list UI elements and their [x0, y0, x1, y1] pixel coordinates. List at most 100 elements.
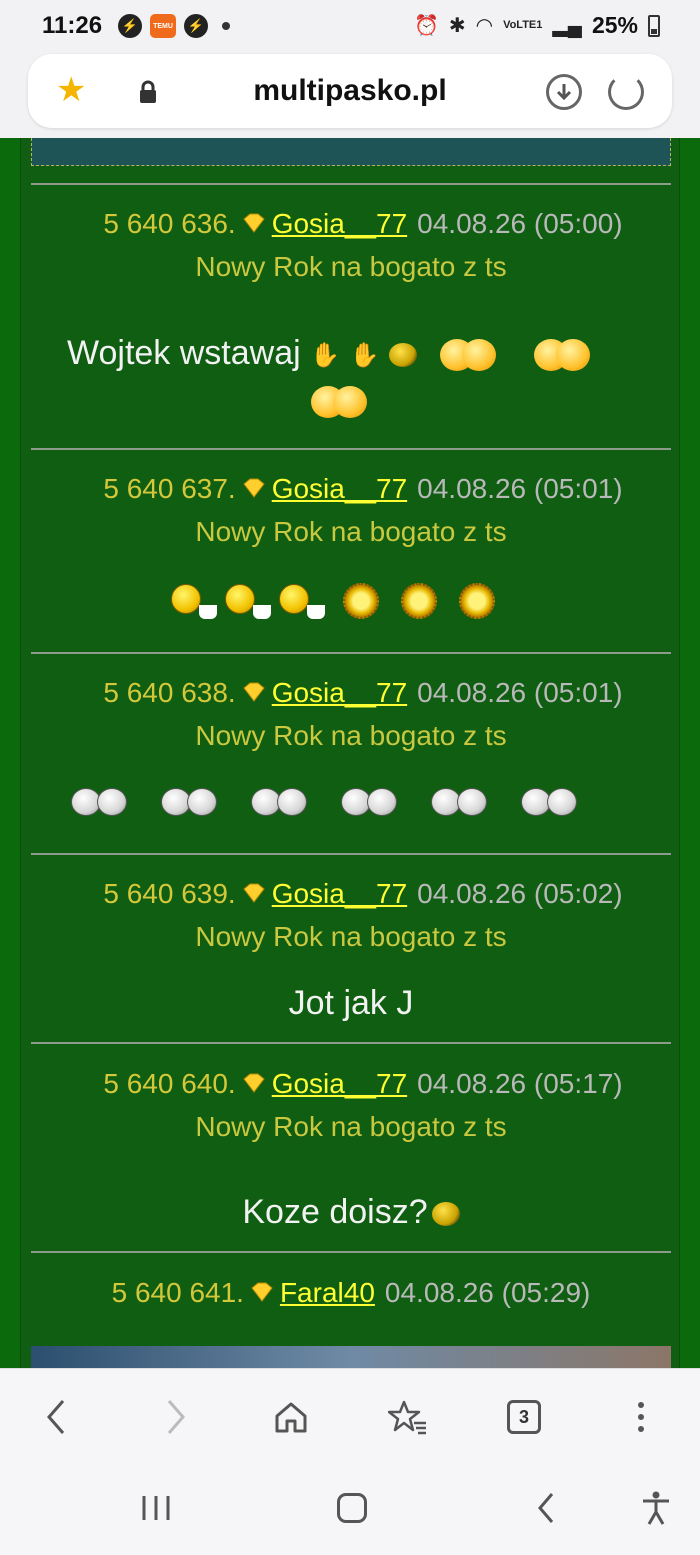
post-number: 5 640 641. [111, 1277, 244, 1308]
username-link[interactable]: Gosia__77 [272, 208, 407, 239]
post-meta: 5 640 637. Gosia__77 04.08.26 (05:01) [33, 473, 693, 505]
waving-hand-icon: ✋ [349, 341, 380, 369]
sleepy-smileys-icon [251, 788, 307, 821]
sun-smiley-icon [343, 583, 379, 619]
system-icons: ⏰ ✱ ◠ VoLTE1 ▂▄ 25% [414, 12, 660, 39]
home-icon[interactable] [267, 1393, 315, 1441]
post-emoticons [311, 386, 367, 418]
post-date: 04.08.26 (05:17) [417, 1068, 623, 1099]
coffee-smiley-icon [171, 583, 217, 619]
alarm-icon: ⏰ [413, 15, 439, 37]
post-divider [31, 652, 671, 654]
post-emoticons [71, 788, 577, 821]
gem-icon [240, 208, 268, 233]
post-meta: 5 640 640. Gosia__77 04.08.26 (05:17) [33, 1068, 693, 1100]
kissing-smileys-icon [333, 386, 367, 418]
temu-icon: TEMU [150, 14, 176, 38]
post-meta: 5 640 638. Gosia__77 04.08.26 (05:01) [33, 677, 693, 709]
browser-toolbar: 3 [0, 1368, 700, 1466]
bee-icon [431, 1202, 460, 1227]
username-link[interactable]: Gosia__77 [272, 878, 407, 909]
post-number: 5 640 636. [103, 208, 236, 239]
post-meta: 5 640 636. Gosia__77 04.08.26 (05:00) [33, 208, 693, 240]
home-button[interactable] [330, 1486, 374, 1530]
post-number: 5 640 640. [103, 1068, 236, 1099]
post-number: 5 640 638. [103, 677, 236, 708]
system-navigation [0, 1466, 700, 1555]
kissing-smileys-icon [555, 339, 590, 372]
username-link[interactable]: Gosia__77 [272, 1068, 407, 1099]
bee-icon [388, 343, 417, 368]
sleepy-smileys-icon [161, 788, 217, 821]
post-topic: Nowy Rok na bogato z ts [195, 921, 507, 952]
battery-percent: 25% [591, 12, 638, 38]
post-topic: Nowy Rok na bogato z ts [195, 516, 507, 547]
volte-icon: VoLTE1 [503, 19, 543, 31]
sleepy-smileys-icon [71, 788, 127, 821]
post-emoticons [171, 583, 495, 619]
post-body: Koze doisz? [21, 1193, 681, 1232]
sleepy-smileys-icon [521, 788, 577, 821]
post-topic: Nowy Rok na bogato z ts [195, 720, 507, 751]
address-bar[interactable]: ★ multipasko.pl [28, 54, 672, 128]
sleepy-smileys-icon [431, 788, 487, 821]
battery-icon [648, 14, 660, 37]
back-icon[interactable] [32, 1393, 80, 1441]
notification-icons: ⚡ TEMU ⚡ [118, 14, 230, 38]
home-button-icon [337, 1493, 367, 1523]
post-divider [31, 853, 671, 855]
post-image-preview [31, 1346, 671, 1368]
tabs-icon[interactable]: 3 [500, 1393, 548, 1441]
post-date: 04.08.26 (05:01) [417, 677, 623, 708]
post-date: 04.08.26 (05:01) [417, 473, 623, 504]
system-back-icon[interactable] [524, 1486, 568, 1530]
recent-apps-icon[interactable] [134, 1486, 178, 1530]
sleepy-smileys-icon [341, 788, 397, 821]
download-icon[interactable] [546, 74, 582, 110]
gem-icon [240, 677, 268, 702]
post-topic: Nowy Rok na bogato z ts [195, 1111, 507, 1142]
post-divider [31, 1042, 671, 1044]
post-divider [31, 448, 671, 450]
post-number: 5 640 639. [103, 878, 236, 909]
accessibility-icon[interactable] [634, 1486, 678, 1530]
coffee-smiley-icon [279, 583, 325, 619]
post-meta: 5 640 639. Gosia__77 04.08.26 (05:02) [33, 878, 693, 910]
post-meta: 5 640 641. Faral40 04.08.26 (05:29) [21, 1277, 681, 1309]
messenger-icon: ⚡ [184, 14, 208, 38]
reload-icon[interactable] [608, 74, 644, 110]
username-link[interactable]: Gosia__77 [272, 473, 407, 504]
post-date: 04.08.26 (05:02) [417, 878, 623, 909]
sun-smiley-icon [401, 583, 437, 619]
web-page: 5 640 636. Gosia__77 04.08.26 (05:00) Nowy… [0, 138, 700, 1368]
username-link[interactable]: Gosia__77 [272, 677, 407, 708]
waving-hand-icon: ✋ [310, 341, 341, 369]
forum-column: 5 640 636. Gosia__77 04.08.26 (05:00) Nowy… [20, 138, 680, 1368]
coffee-smiley-icon [225, 583, 271, 619]
post-divider [31, 1251, 671, 1253]
signal-icon: ▂▄ [552, 15, 582, 37]
post-text: Koze doisz? [242, 1193, 428, 1231]
gem-icon [240, 1068, 268, 1093]
more-notifications-icon [222, 22, 230, 30]
messenger-icon: ⚡ [118, 14, 142, 38]
status-bar: 11:26 ⚡ TEMU ⚡ ⏰ ✱ ◠ VoLTE1 ▂▄ 25% [0, 0, 700, 52]
post-topic: Nowy Rok na bogato z ts [195, 251, 507, 282]
post-date: 04.08.26 (05:00) [417, 208, 623, 239]
post-date: 04.08.26 (05:29) [384, 1277, 591, 1308]
wifi-icon: ◠ [475, 15, 494, 37]
gem-icon [240, 878, 268, 903]
post-body: Jot jak J [288, 984, 414, 1022]
bookmarks-icon[interactable] [384, 1393, 432, 1441]
tab-count[interactable]: 3 [507, 1400, 541, 1434]
gem-icon [248, 1277, 276, 1302]
post-body: Wojtek wstawaj ✋ ✋ [67, 334, 627, 373]
forward-icon[interactable] [152, 1393, 200, 1441]
post-number: 5 640 637. [103, 473, 236, 504]
bluetooth-icon: ✱ [448, 15, 466, 37]
status-time: 11:26 [42, 12, 103, 39]
sun-smiley-icon [459, 583, 495, 619]
menu-icon[interactable] [617, 1393, 665, 1441]
gem-icon [240, 473, 268, 498]
username-link[interactable]: Faral40 [280, 1277, 375, 1308]
